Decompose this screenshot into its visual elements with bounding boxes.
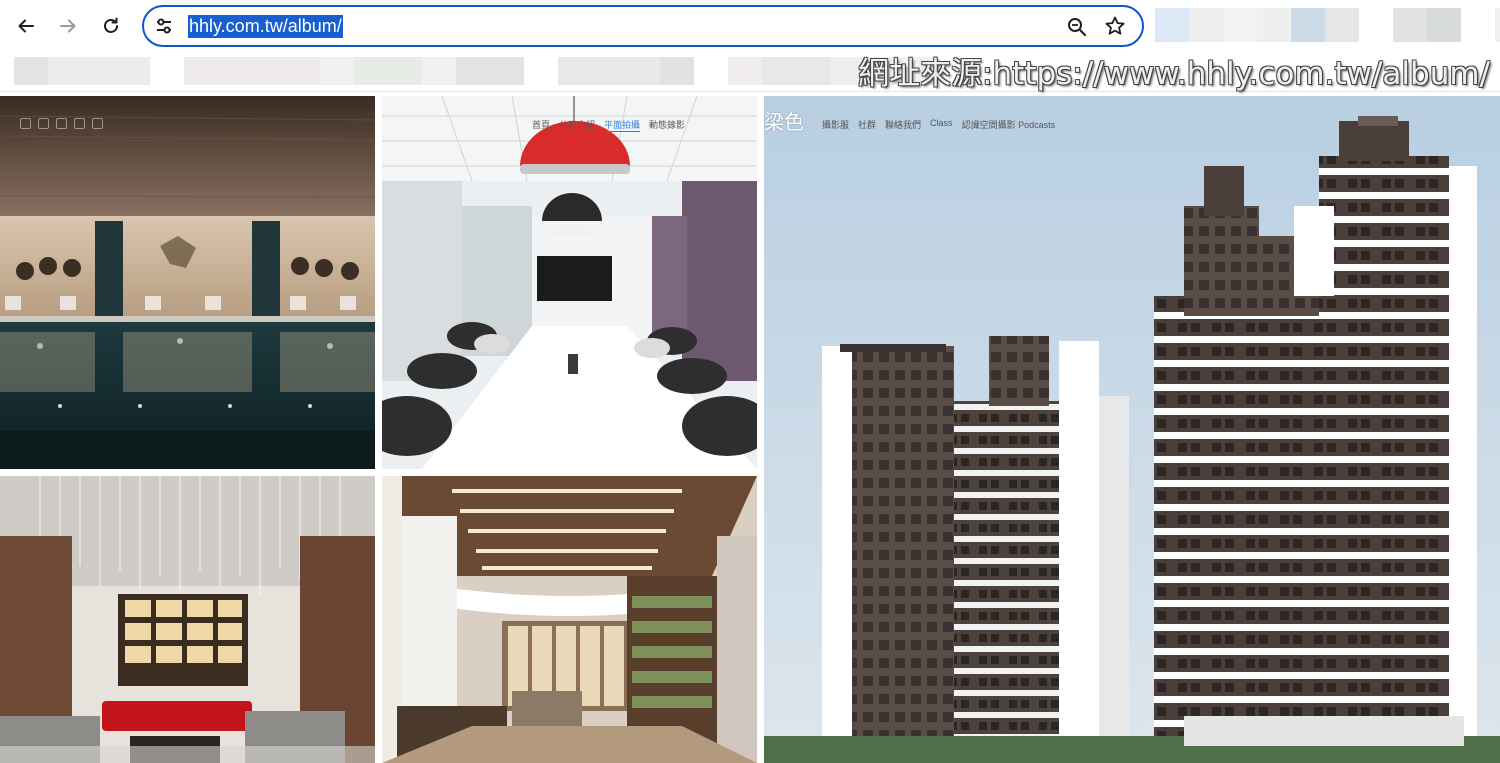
reload-icon [104,17,118,33]
bookmark-star-icon[interactable] [1104,15,1126,37]
phone-icon[interactable] [74,118,85,129]
lobby-lounge-photo[interactable] [0,476,375,763]
bookmark-item[interactable] [14,57,48,85]
site-logo[interactable]: 小他梁色 [764,110,804,136]
browser-toolbar: hhly.com.tw/album/ [0,0,1500,52]
bookmark-item[interactable] [728,57,762,85]
bookmark-item[interactable] [660,57,694,85]
logo-text: 小他梁色 [764,112,804,134]
nav-about[interactable]: 公司介紹 [559,118,595,132]
social-links [20,118,103,129]
bookmark-item[interactable] [558,57,660,85]
site-nav-right: 攝影服 社群 聯絡我們 Class 認識空間攝影 Podcasts [822,118,1055,131]
bookmark-item[interactable] [354,57,422,85]
site-settings-icon[interactable] [154,16,174,36]
nav-photo[interactable]: 平面拍攝 [604,118,641,132]
bookmark-item[interactable] [422,57,456,85]
meeting-room-photo[interactable]: 首頁 公司介紹 平面拍攝 動態錄影 [382,96,757,469]
nav-home[interactable]: 首頁 [532,118,550,132]
instagram-icon[interactable] [56,118,67,129]
nav-video[interactable]: 動態錄影 [649,118,685,132]
back-arrow-icon [18,19,34,33]
nav-gallery[interactable]: 攝影服 [822,118,849,131]
bookmark-item[interactable] [320,57,354,85]
forward-arrow-icon [60,19,76,33]
zoom-icon[interactable] [1066,16,1088,38]
mail-icon[interactable] [92,118,103,129]
back-button[interactable] [10,10,42,42]
indoor-pool-photo[interactable] [0,96,375,469]
address-bar[interactable]: hhly.com.tw/album/ [142,5,1144,47]
url-text[interactable]: hhly.com.tw/album/ [188,15,343,38]
bookmark-item[interactable] [184,57,320,85]
bookmark-item[interactable] [456,57,524,85]
forward-button[interactable] [52,10,84,42]
store-interior-photo[interactable] [382,476,757,763]
bookmark-item[interactable] [762,57,830,85]
bookmark-item[interactable] [48,57,150,85]
extensions-area[interactable] [1155,8,1500,42]
residential-towers-photo[interactable]: 小他梁色 攝影服 社群 聯絡我們 Class 認識空間攝影 Podcasts [764,96,1500,763]
site-nav-left: 首頁 公司介紹 平面拍攝 動態錄影 [532,118,685,132]
nav-podcasts[interactable]: 認識空間攝影 Podcasts [962,118,1056,131]
youtube-icon[interactable] [38,118,49,129]
nav-class[interactable]: Class [930,118,953,131]
nav-contact[interactable]: 聯絡我們 [885,118,921,131]
facebook-icon[interactable] [20,118,31,129]
reload-button[interactable] [95,10,127,42]
source-watermark: 網址來源:https://www.hhly.com.tw/album/ [858,56,1490,92]
nav-social[interactable]: 社群 [858,118,876,131]
album-page: 首頁 公司介紹 平面拍攝 動態錄影 梁色 攝影服 社群 聯絡我們 Class 認… [0,95,1500,763]
